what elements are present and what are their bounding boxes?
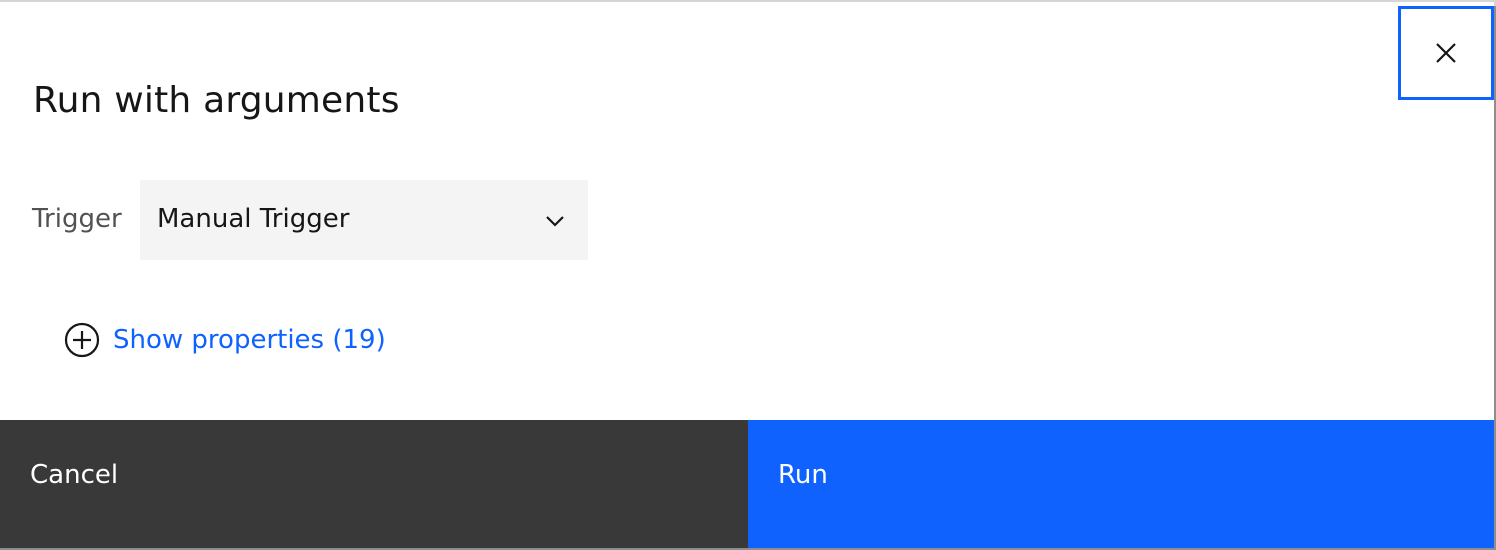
run-button-label: Run [778,460,828,490]
cancel-button[interactable]: Cancel [0,420,748,548]
run-button[interactable]: Run [748,420,1494,548]
trigger-label: Trigger [32,204,122,234]
dialog-footer: Cancel Run [0,420,1494,548]
trigger-dropdown[interactable]: Manual Trigger [140,180,588,260]
trigger-selected-value: Manual Trigger [157,204,350,234]
show-properties-label: Show properties (19) [113,325,386,355]
close-icon [1436,43,1456,63]
dialog-title: Run with arguments [33,80,400,121]
cancel-button-label: Cancel [30,460,119,490]
add-circle-icon [64,322,100,358]
run-with-arguments-dialog: Run with arguments Trigger Manual Trigge… [0,2,1494,548]
chevron-down-icon [546,216,564,227]
show-properties-link[interactable]: Show properties (19) [64,322,386,358]
close-button[interactable] [1398,6,1494,100]
